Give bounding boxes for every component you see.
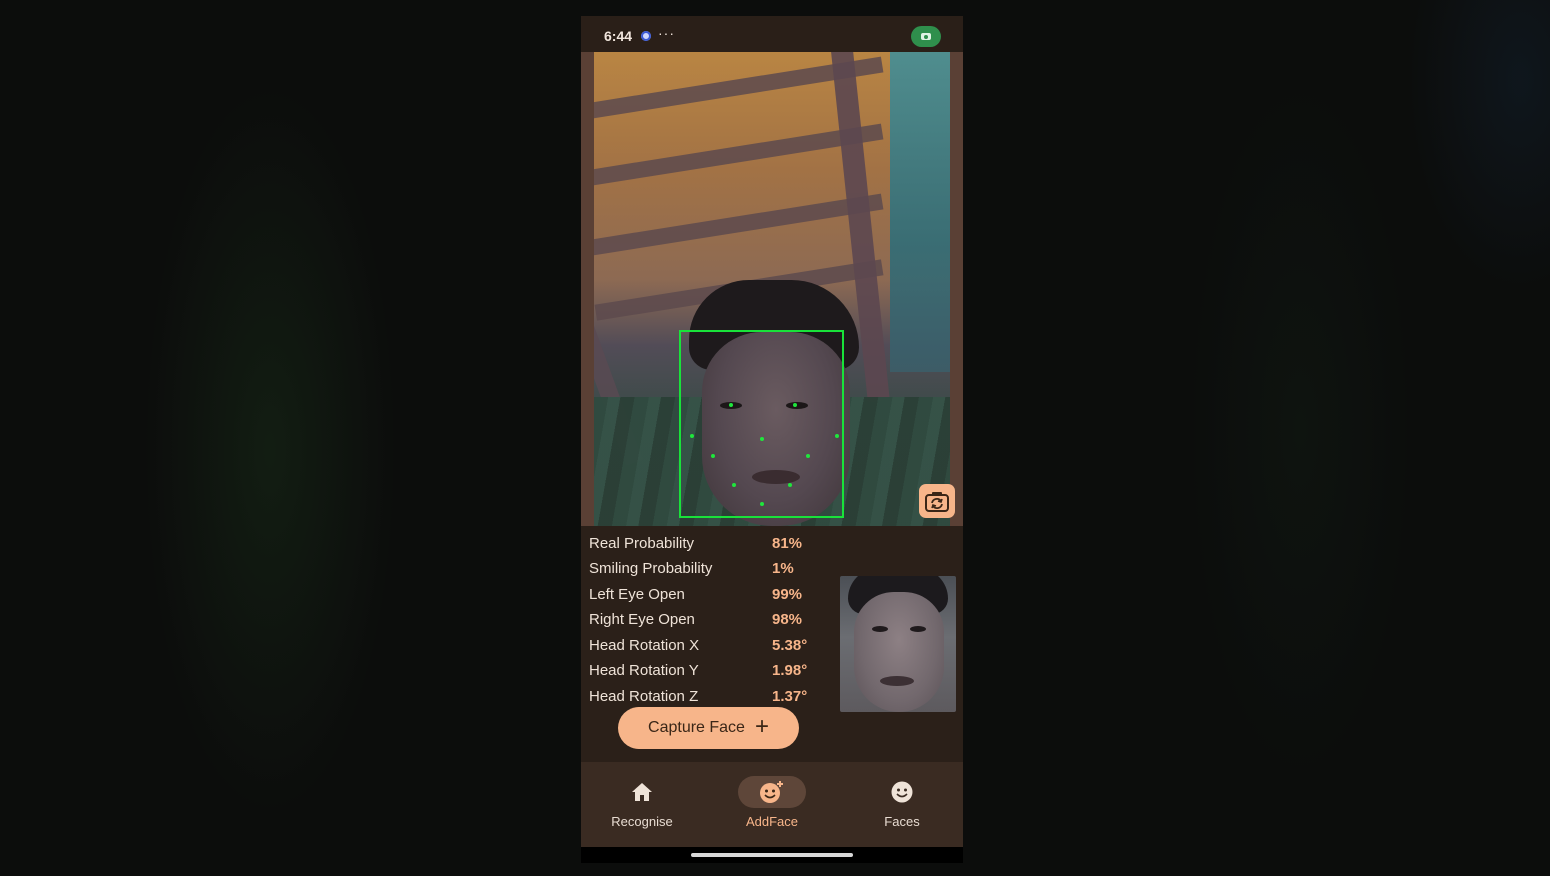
landmark-point [690,434,694,438]
camera-feed [594,52,950,526]
stat-label: Right Eye Open [589,611,695,628]
stat-label: Smiling Probability [589,560,713,577]
home-icon [632,783,652,801]
switch-camera-icon [925,492,949,512]
landmark-point [793,403,797,407]
stat-value: 81% [772,535,803,552]
stat-label: Real Probability [589,535,695,552]
stat-label: Head Rotation Z [589,688,699,705]
landmark-point [760,437,764,441]
nav-item-addface[interactable]: AddFace [722,776,822,840]
stat-label: Left Eye Open [589,586,685,603]
camera-in-use-indicator[interactable] [911,26,941,47]
stat-value: 98% [772,611,803,628]
capture-face-label: Capture Face [648,719,745,736]
stat-label: Head Rotation Y [589,662,699,679]
stat-value: 1.98° [772,662,808,679]
stat-value: 1% [772,560,794,577]
gesture-bar [581,847,963,863]
stat-value: 5.38° [772,637,808,654]
face-bounding-box [679,330,844,518]
status-bar: 6:44 ··· [581,16,963,52]
camera-icon [921,33,931,40]
home-indicator[interactable] [691,853,853,857]
capture-face-button[interactable]: Capture Face + [618,707,799,749]
face-info-panel: Real Probability 81% Smiling Probability… [581,526,963,762]
chat-bubble-icon [641,31,651,41]
landmark-point [729,403,733,407]
stat-value: 99% [772,586,803,603]
landmark-point [788,483,792,487]
add-face-icon [760,781,783,803]
bottom-navigation: Recognise AddFace Faces [581,762,963,847]
plus-icon: + [754,713,769,740]
switch-camera-button[interactable] [919,484,955,518]
landmark-point [806,454,810,458]
stat-value: 1.37° [772,688,808,705]
nav-item-faces[interactable]: Faces [852,776,952,840]
camera-preview-area [581,52,963,526]
landmark-point [835,434,839,438]
nav-label: Recognise [611,814,673,829]
nav-item-recognise[interactable]: Recognise [592,776,692,840]
landmark-point [760,502,764,506]
stat-label: Head Rotation X [589,637,700,654]
status-time: 6:44 [604,28,633,44]
more-notifications-icon: ··· [658,25,675,41]
nav-label: AddFace [745,814,799,829]
captured-face-thumbnail [840,576,956,712]
nav-label: Faces [884,814,920,829]
landmark-point [711,454,715,458]
phone-screen: 6:44 ··· Real Probability 81% Smiling Pr… [581,16,963,863]
landmark-point [732,483,736,487]
face-icon [891,781,913,803]
